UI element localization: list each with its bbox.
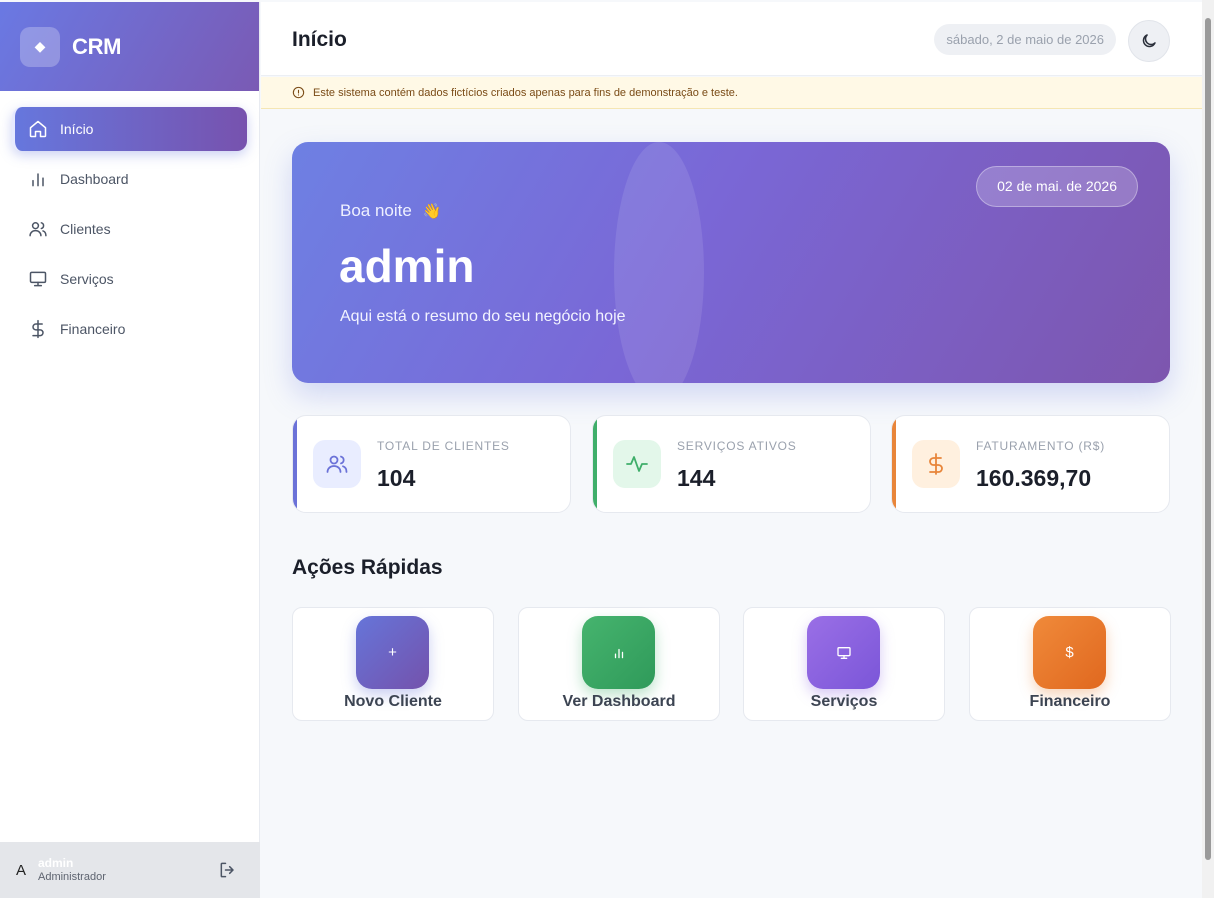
stat-value: 104 <box>377 465 416 491</box>
stat-card-servicos-ativos: SERVIÇOS ATIVOS 144 <box>592 415 871 513</box>
banner-subtitle: Aqui está o resumo do seu negócio hoje <box>340 308 626 325</box>
page-title: Início <box>292 28 347 51</box>
quick-actions-title: Ações Rápidas <box>292 556 443 579</box>
greeting-text: Boa noite <box>340 201 412 220</box>
action-label: Serviços <box>810 693 878 710</box>
theme-toggle-button[interactable] <box>1128 20 1170 62</box>
stat-label: FATURAMENTO (R$) <box>976 439 1106 453</box>
bar-chart-icon <box>32 173 44 187</box>
logout-icon[interactable] <box>218 860 238 880</box>
user-role: Administrador <box>38 870 106 883</box>
user-display-name: admin <box>339 240 475 292</box>
stat-value: 160.369,70 <box>976 465 1092 491</box>
stat-accent-bar <box>892 416 896 512</box>
stat-card-total-clientes: TOTAL DE CLIENTES 104 <box>292 415 571 513</box>
stat-card-faturamento: FATURAMENTO (R$) 160.369,70 <box>891 415 1170 513</box>
action-label: Ver Dashboard <box>562 693 676 710</box>
bar-chart-icon <box>582 616 655 689</box>
monitor-icon <box>807 616 880 689</box>
action-label: Novo Cliente <box>344 693 442 710</box>
sidebar-item-label: Financeiro <box>60 321 126 337</box>
info-icon <box>292 86 305 99</box>
action-ver-dashboard[interactable]: Ver Dashboard <box>518 607 720 721</box>
moon-icon <box>1142 34 1156 48</box>
activity-icon <box>613 440 661 488</box>
top-bar: Início sábado, 2 de maio de 2026 <box>261 2 1202 76</box>
notice-text: Este sistema contém dados fictícios cria… <box>313 86 738 99</box>
sidebar-item-label: Clientes <box>60 221 111 237</box>
stat-label: SERVIÇOS ATIVOS <box>677 439 797 453</box>
sidebar-nav: Início Dashboard Clientes Serviços Finan… <box>0 91 259 351</box>
current-date: sábado, 2 de maio de 2026 <box>934 24 1116 55</box>
monitor-icon <box>29 271 47 287</box>
stat-accent-bar <box>593 416 597 512</box>
user-panel: A admin Administrador <box>0 842 260 898</box>
stat-label: TOTAL DE CLIENTES <box>377 439 510 453</box>
stat-value: 144 <box>677 465 716 491</box>
users-icon <box>29 222 47 237</box>
sidebar-item-inicio[interactable]: Início <box>12 107 247 151</box>
user-name: admin <box>38 855 74 870</box>
action-servicos[interactable]: Serviços <box>743 607 945 721</box>
sidebar-item-label: Dashboard <box>60 171 129 187</box>
home-icon <box>29 120 47 138</box>
action-financeiro[interactable]: $ Financeiro <box>969 607 1171 721</box>
scrollbar[interactable] <box>1202 0 1214 898</box>
greeting: Boa noite 👋 <box>340 201 441 221</box>
dollar-icon <box>912 440 960 488</box>
stat-accent-bar <box>293 416 297 512</box>
dollar-icon <box>32 319 44 339</box>
action-label: Financeiro <box>1029 693 1111 710</box>
brand-name: CRM <box>72 33 122 59</box>
welcome-banner: Boa noite 👋 admin Aqui está o resumo do … <box>292 142 1170 383</box>
sidebar-item-dashboard[interactable]: Dashboard <box>12 157 247 201</box>
sidebar-item-financeiro[interactable]: Financeiro <box>12 307 247 351</box>
sidebar-item-label: Início <box>60 121 94 137</box>
plus-icon: + <box>356 616 429 689</box>
brand-logo-icon: ◆ <box>20 26 60 67</box>
sidebar: ◆ CRM Início Dashboard Clientes Serviços… <box>0 2 260 898</box>
decorative-shape <box>614 142 704 383</box>
action-novo-cliente[interactable]: + Novo Cliente <box>292 607 494 721</box>
brand-header: ◆ CRM <box>0 2 259 91</box>
scrollbar-thumb[interactable] <box>1205 18 1211 860</box>
avatar: A <box>16 861 27 879</box>
demo-notice: Este sistema contém dados fictícios cria… <box>261 77 1202 109</box>
banner-date-badge: 02 de mai. de 2026 <box>976 166 1138 207</box>
user-info: admin Administrador <box>38 855 106 883</box>
users-icon <box>313 440 361 488</box>
dollar-icon: $ <box>1033 616 1106 689</box>
wave-icon: 👋 <box>422 203 442 220</box>
sidebar-item-label: Serviços <box>60 271 114 287</box>
sidebar-item-clientes[interactable]: Clientes <box>12 207 247 251</box>
sidebar-item-servicos[interactable]: Serviços <box>12 257 247 301</box>
